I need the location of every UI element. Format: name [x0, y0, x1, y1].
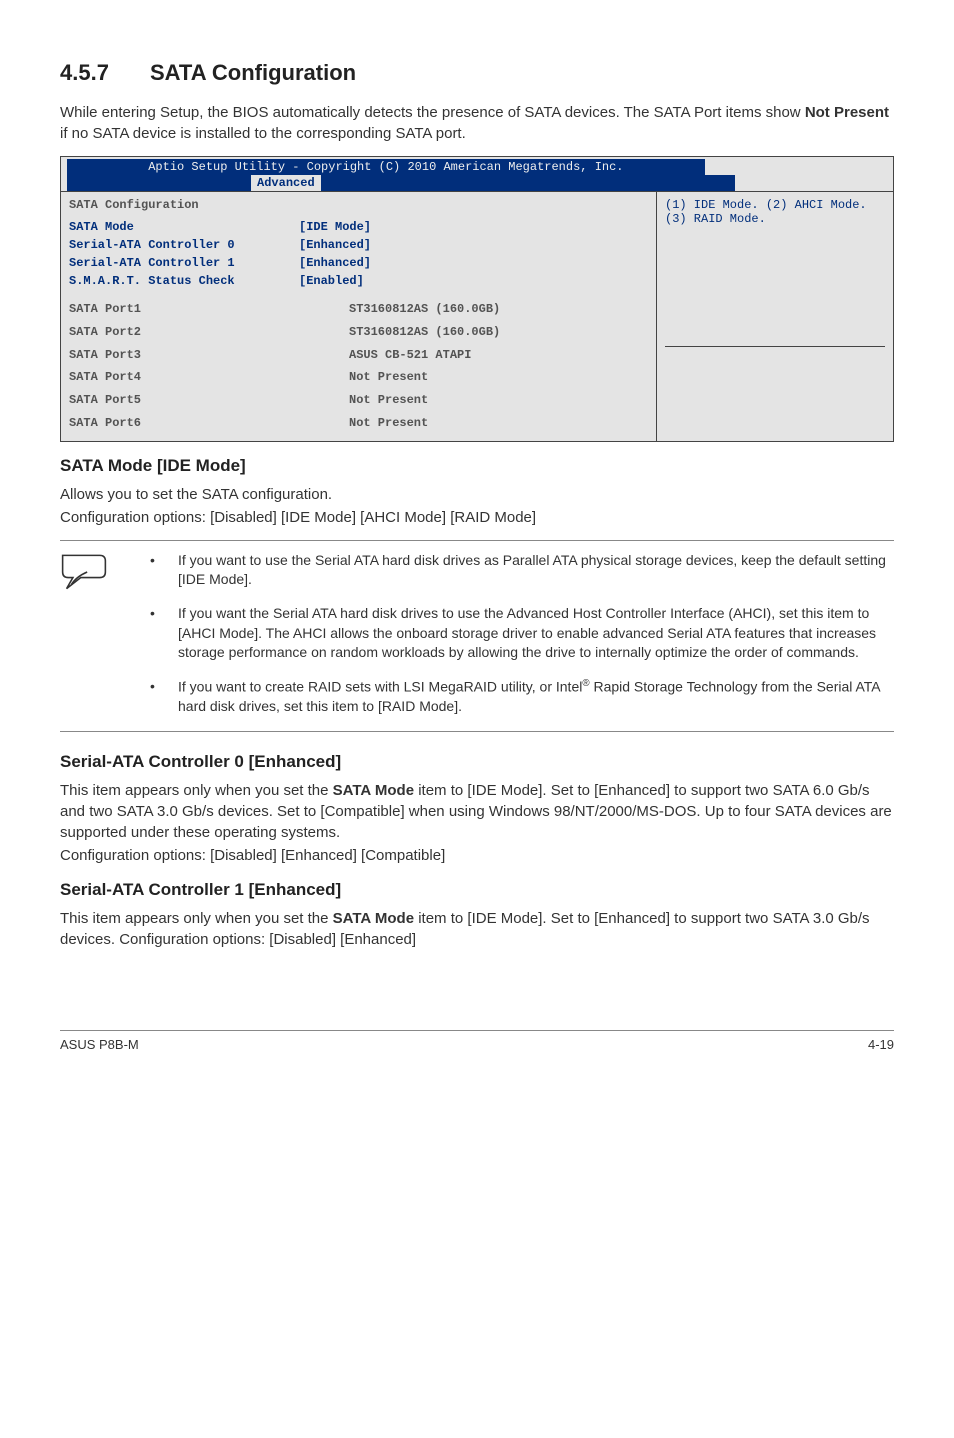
- ctrl1-pre: This item appears only when you set the: [60, 910, 333, 927]
- ctrl0-paragraph: This item appears only when you set the …: [60, 780, 894, 843]
- note-text: If you want the Serial ATA hard disk dri…: [178, 604, 894, 663]
- intro-bold: Not Present: [805, 104, 889, 121]
- bios-row-label: S.M.A.R.T. Status Check: [69, 272, 299, 290]
- bios-left-pane: SATA Configuration SATA Mode[IDE Mode] S…: [61, 192, 656, 441]
- bios-row-label: Serial-ATA Controller 0: [69, 236, 299, 254]
- bios-port-row: SATA Port2ST3160812AS (160.0GB): [69, 321, 648, 344]
- bios-left-heading: SATA Configuration: [69, 198, 648, 212]
- ctrl0-options: Configuration options: [Disabled] [Enhan…: [60, 845, 894, 866]
- bios-port-row: SATA Port5Not Present: [69, 389, 648, 412]
- bios-port-label: SATA Port4: [69, 366, 349, 389]
- ctrl0-pre: This item appears only when you set the: [60, 782, 333, 799]
- bios-port-label: SATA Port1: [69, 298, 349, 321]
- bios-port-value: ASUS CB-521 ATAPI: [349, 344, 471, 367]
- registered-mark: ®: [582, 678, 589, 689]
- note-item: • If you want to create RAID sets with L…: [150, 677, 894, 717]
- bios-port-value: Not Present: [349, 412, 428, 435]
- note-item: • If you want the Serial ATA hard disk d…: [150, 604, 894, 663]
- bios-screenshot: Aptio Setup Utility - Copyright (C) 2010…: [60, 156, 894, 442]
- bios-port-row: SATA Port1ST3160812AS (160.0GB): [69, 298, 648, 321]
- section-title: SATA Configuration: [150, 60, 356, 85]
- sata-mode-heading: SATA Mode [IDE Mode]: [60, 456, 894, 476]
- sata-mode-options: Configuration options: [Disabled] [IDE M…: [60, 507, 894, 528]
- bios-row-label: SATA Mode: [69, 218, 299, 236]
- bios-row-ctrl0: Serial-ATA Controller 0[Enhanced]: [69, 236, 648, 254]
- note-text: If you want to create RAID sets with LSI…: [178, 677, 894, 717]
- bios-header: Aptio Setup Utility - Copyright (C) 2010…: [61, 157, 893, 191]
- bullet-icon: •: [150, 677, 178, 717]
- bios-row-value: [Enhanced]: [299, 236, 648, 254]
- bios-port-label: SATA Port6: [69, 412, 349, 435]
- bios-port-value: Not Present: [349, 389, 428, 412]
- bios-help-pane: (1) IDE Mode. (2) AHCI Mode. (3) RAID Mo…: [656, 192, 893, 441]
- section-number: 4.5.7: [60, 60, 150, 86]
- bios-port-label: SATA Port3: [69, 344, 349, 367]
- intro-post: if no SATA device is installed to the co…: [60, 125, 466, 142]
- page-footer: ASUS P8B-M 4-19: [60, 1030, 894, 1052]
- bios-row-label: Serial-ATA Controller 1: [69, 254, 299, 272]
- note-item: • If you want to use the Serial ATA hard…: [150, 551, 894, 590]
- note-text-pre: If you want to create RAID sets with LSI…: [178, 678, 582, 694]
- bios-port-row: SATA Port6Not Present: [69, 412, 648, 435]
- bios-port-value: Not Present: [349, 366, 428, 389]
- bullet-icon: •: [150, 604, 178, 663]
- bios-port-label: SATA Port5: [69, 389, 349, 412]
- bios-port-row: SATA Port3ASUS CB-521 ATAPI: [69, 344, 648, 367]
- bios-title: Aptio Setup Utility - Copyright (C) 2010…: [148, 160, 623, 174]
- bios-row-ctrl1: Serial-ATA Controller 1[Enhanced]: [69, 254, 648, 272]
- footer-right: 4-19: [868, 1037, 894, 1052]
- bios-port-row: SATA Port4Not Present: [69, 366, 648, 389]
- bullet-icon: •: [150, 551, 178, 590]
- bios-help-line: (3) RAID Mode.: [665, 212, 885, 226]
- bios-row-sata-mode: SATA Mode[IDE Mode]: [69, 218, 648, 236]
- bios-row-smart: S.M.A.R.T. Status Check[Enabled]: [69, 272, 648, 290]
- note-text: If you want to use the Serial ATA hard d…: [178, 551, 894, 590]
- bios-help-line: (1) IDE Mode. (2) AHCI Mode.: [665, 198, 885, 212]
- ctrl1-heading: Serial-ATA Controller 1 [Enhanced]: [60, 880, 894, 900]
- ctrl0-heading: Serial-ATA Controller 0 [Enhanced]: [60, 752, 894, 772]
- ctrl0-bold: SATA Mode: [333, 782, 414, 799]
- section-heading: 4.5.7SATA Configuration: [60, 60, 894, 86]
- intro-pre: While entering Setup, the BIOS automatic…: [60, 104, 805, 121]
- ctrl1-paragraph: This item appears only when you set the …: [60, 908, 894, 950]
- note-block: • If you want to use the Serial ATA hard…: [60, 540, 894, 732]
- bios-port-value: ST3160812AS (160.0GB): [349, 298, 500, 321]
- bios-port-label: SATA Port2: [69, 321, 349, 344]
- sata-mode-desc: Allows you to set the SATA configuration…: [60, 484, 894, 505]
- note-icon: [60, 551, 150, 717]
- footer-left: ASUS P8B-M: [60, 1037, 139, 1052]
- intro-paragraph: While entering Setup, the BIOS automatic…: [60, 102, 894, 144]
- bios-row-value: [Enhanced]: [299, 254, 648, 272]
- bios-row-value: [IDE Mode]: [299, 218, 648, 236]
- bios-port-value: ST3160812AS (160.0GB): [349, 321, 500, 344]
- ctrl1-bold: SATA Mode: [333, 910, 414, 927]
- bios-tab-advanced: Advanced: [251, 175, 321, 191]
- bios-row-value: [Enabled]: [299, 272, 648, 290]
